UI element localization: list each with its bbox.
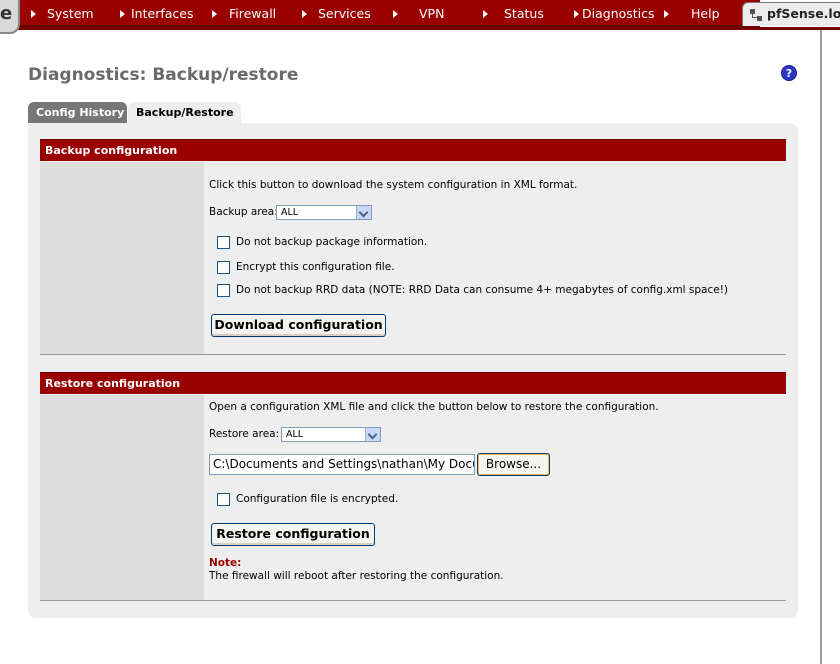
tab-backup-restore[interactable]: Backup/Restore: [128, 102, 241, 124]
logo-text: e: [0, 3, 13, 24]
note-label: Note:: [209, 557, 242, 569]
encrypt-config-label: Encrypt this configuration file.: [236, 261, 395, 273]
config-encrypted-label: Configuration file is encrypted.: [236, 493, 399, 505]
no-rrd-data-label: Do not backup RRD data (NOTE: RRD Data c…: [236, 284, 729, 296]
restore-left-column: [40, 395, 204, 600]
nav-arrow-icon: [31, 10, 36, 18]
hostname-label: pfSense.loc: [767, 6, 840, 21]
chevron-down-icon: [356, 206, 371, 219]
browse-button[interactable]: Browse...: [477, 453, 550, 476]
nav-item-diagnostics[interactable]: Diagnostics: [582, 0, 655, 27]
restore-area-value: ALL: [286, 429, 304, 440]
nav-item-status[interactable]: Status: [504, 0, 544, 27]
nav-arrow-icon: [212, 10, 217, 18]
restore-section-header: Restore configuration: [40, 372, 786, 394]
restore-section-divider: [40, 600, 786, 601]
nav-item-interfaces[interactable]: Interfaces: [131, 0, 193, 27]
no-rrd-data-checkbox[interactable]: [217, 284, 230, 297]
top-navigation: e System Interfaces Firewall Services VP…: [0, 0, 840, 34]
backup-area-select[interactable]: ALL: [276, 205, 372, 220]
nav-item-firewall[interactable]: Firewall: [229, 0, 276, 27]
page-title: Diagnostics: Backup/restore: [28, 65, 299, 85]
no-package-info-label: Do not backup package information.: [236, 236, 428, 248]
nav-arrow-icon: [302, 10, 307, 18]
backup-section-divider: [40, 354, 786, 355]
nav-item-system[interactable]: System: [47, 0, 94, 27]
restore-area-label: Restore area:: [209, 428, 280, 440]
restore-configuration-button[interactable]: Restore configuration: [211, 523, 375, 546]
note-text: The firewall will reboot after restoring…: [209, 570, 504, 582]
nav-arrow-icon: [664, 10, 669, 18]
tab-config-history[interactable]: Config History: [28, 102, 127, 124]
pfsense-logo[interactable]: e: [0, 0, 20, 34]
nav-arrow-icon: [120, 10, 125, 18]
restore-area-select[interactable]: ALL: [281, 427, 381, 442]
encrypt-config-checkbox[interactable]: [217, 261, 230, 274]
hostname-tab[interactable]: pfSense.loc: [742, 2, 840, 26]
nav-bar-shadow: [0, 27, 840, 30]
nav-item-vpn[interactable]: VPN: [419, 0, 444, 27]
nav-item-services[interactable]: Services: [318, 0, 371, 27]
network-icon: [750, 9, 762, 21]
backup-left-column: [40, 162, 204, 354]
help-icon[interactable]: ?: [781, 65, 797, 81]
backup-section-header: Backup configuration: [40, 139, 786, 161]
window-edge: [820, 30, 840, 664]
restore-description: Open a configuration XML file and click …: [209, 401, 659, 413]
backup-area-value: ALL: [281, 207, 299, 218]
no-package-info-checkbox[interactable]: [217, 236, 230, 249]
config-file-input[interactable]: C:\Documents and Settings\nathan\My Docu: [209, 454, 475, 475]
backup-description: Click this button to download the system…: [209, 179, 578, 191]
download-configuration-button[interactable]: Download configuration: [211, 314, 386, 337]
nav-arrow-icon: [393, 10, 398, 18]
chevron-down-icon: [365, 428, 380, 441]
backup-area-label: Backup area:: [209, 206, 278, 218]
config-encrypted-checkbox[interactable]: [217, 493, 230, 506]
nav-arrow-icon: [574, 10, 579, 18]
nav-item-help[interactable]: Help: [691, 0, 720, 27]
nav-arrow-icon: [483, 10, 488, 18]
